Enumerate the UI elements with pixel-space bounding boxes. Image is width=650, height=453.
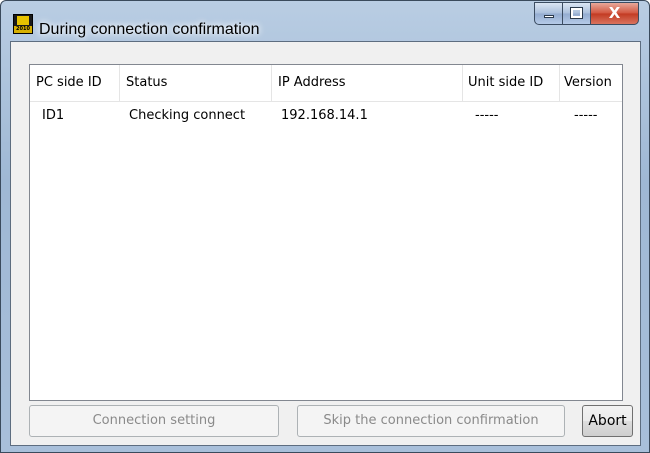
dialog-window: 2010 During connection confirmation X PC… [0, 0, 650, 453]
dialog-client-area: PC side ID Status IP Address Unit side I… [10, 41, 641, 446]
column-header-version[interactable]: Version [560, 65, 622, 101]
title-bar[interactable]: 2010 During connection confirmation X [1, 1, 649, 41]
caption-buttons: X [534, 2, 639, 26]
window-title: During connection confirmation [39, 21, 260, 38]
column-header-pc-side-id[interactable]: PC side ID [30, 65, 120, 101]
cell-ip-address: 192.168.14.1 [281, 108, 368, 123]
list-header: PC side ID Status IP Address Unit side I… [30, 65, 622, 102]
column-header-ip-address[interactable]: IP Address [272, 65, 463, 101]
column-header-unit-side-id[interactable]: Unit side ID [463, 65, 560, 101]
connection-setting-button[interactable]: Connection setting [29, 405, 279, 437]
app-icon: 2010 [13, 14, 33, 34]
close-icon: X [608, 4, 621, 22]
connection-list[interactable]: PC side ID Status IP Address Unit side I… [29, 64, 623, 401]
cell-version: ----- [574, 108, 598, 123]
minimize-button[interactable] [534, 2, 563, 25]
column-header-status[interactable]: Status [120, 65, 272, 101]
maximize-button[interactable] [563, 2, 591, 25]
close-button[interactable]: X [591, 2, 639, 25]
cell-status: Checking connect [129, 108, 246, 123]
cell-unit-side-id: ----- [475, 108, 499, 123]
skip-connection-confirmation-button[interactable]: Skip the connection confirmation [297, 405, 565, 437]
cell-pc-side-id: ID1 [42, 108, 65, 123]
abort-button[interactable]: Abort [582, 405, 633, 437]
